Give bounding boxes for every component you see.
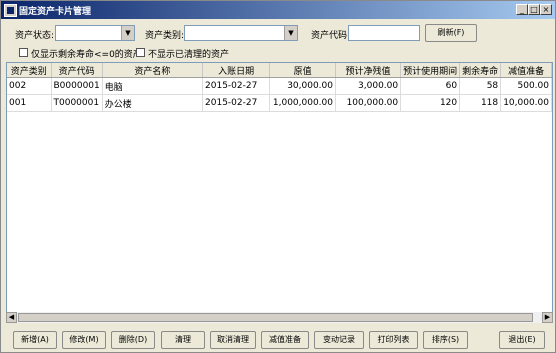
clear-button[interactable]: 清理 [161,331,205,349]
table-cell: B0000001 [51,77,103,95]
table-cell: 1,000,000.00 [269,94,336,112]
impairment-button[interactable]: 减值准备 [261,331,309,349]
delete-button[interactable]: 删除(D) [111,331,155,349]
minimize-button[interactable]: _ [516,4,528,15]
table-cell: 2015-02-27 [202,77,271,95]
table-row[interactable]: 002 B0000001 电脑 2015-02-27 30,000.00 3,0… [7,77,552,95]
horizontal-scrollbar[interactable]: ◀ ▶ [6,312,553,323]
code-label: 资产代码: [311,31,351,41]
hide-cleared-label: 不显示已清理的资产 [148,50,230,60]
table-cell: 2015-02-27 [202,94,271,112]
table-cell: 电脑 [102,77,204,95]
remaining-life-checkbox[interactable] [19,48,28,57]
table-cell: T0000001 [51,94,103,112]
table-cell: 002 [7,77,52,95]
table-cell: 60 [400,77,461,95]
edit-button[interactable]: 修改(M) [62,331,106,349]
table-header-row: 资产类别 资产代码 资产名称 入账日期 原值 预计净残值 预计使用期间 剩余寿命… [7,63,552,78]
column-header[interactable]: 预计使用期间 [400,63,461,78]
chevron-down-icon[interactable]: ▼ [121,26,134,40]
asset-card-window: 固定资产卡片管理 _ □ × 资产状态: ▼ 资产类别: ▼ 资产代码: 刷新(… [0,0,556,353]
cancel-clear-button[interactable]: 取消清理 [210,331,256,349]
sort-button[interactable]: 排序(S) [423,331,468,349]
scroll-thumb[interactable] [18,313,533,322]
window-title: 固定资产卡片管理 [19,7,92,17]
status-label: 资产状态: [15,31,55,41]
table-cell: 3,000.00 [335,77,402,95]
table-cell: 30,000.00 [269,77,336,95]
category-label: 资产类别: [145,31,185,41]
chevron-down-icon[interactable]: ▼ [284,26,297,40]
column-header[interactable]: 预计净残值 [335,63,402,78]
action-bar: 新增(A) 修改(M) 删除(D) 清理 取消清理 减值准备 变动记录 打印列表… [1,326,555,352]
column-header[interactable]: 入账日期 [202,63,271,78]
category-select[interactable]: ▼ [184,25,298,41]
table-cell: 118 [459,94,502,112]
table-cell: 58 [459,77,502,95]
exit-button[interactable]: 退出(E) [499,331,545,349]
table-cell: 办公楼 [102,94,204,112]
column-header[interactable]: 资产代码 [51,63,103,78]
maximize-button[interactable]: □ [528,4,540,15]
hide-cleared-checkbox[interactable] [136,48,145,57]
column-header[interactable]: 资产名称 [102,63,204,78]
table-cell: 10,000.00 [500,94,552,112]
refresh-button[interactable]: 刷新(F) [425,24,477,42]
column-header[interactable]: 资产类别 [7,63,52,78]
table-cell: 001 [7,94,52,112]
column-header[interactable]: 减值准备 [500,63,552,78]
asset-table[interactable]: 资产类别 资产代码 资产名称 入账日期 原值 预计净残值 预计使用期间 剩余寿命… [6,62,553,322]
change-log-button[interactable]: 变动记录 [314,331,364,349]
table-cell: 500.00 [500,77,552,95]
app-icon [4,4,17,17]
filter-bar: 资产状态: ▼ 资产类别: ▼ 资产代码: 刷新(F) 仅显示剩余寿命<=0的资… [1,19,555,61]
column-header[interactable]: 剩余寿命 [459,63,502,78]
title-bar[interactable]: 固定资产卡片管理 _ □ × [1,1,555,19]
table-cell: 100,000.00 [335,94,402,112]
table-row[interactable]: 001 T0000001 办公楼 2015-02-27 1,000,000.00… [7,94,552,112]
remaining-life-label: 仅显示剩余寿命<=0的资产 [31,50,142,60]
close-button[interactable]: × [540,4,552,15]
scroll-right-arrow-icon[interactable]: ▶ [542,312,553,323]
code-input[interactable] [348,25,420,41]
print-list-button[interactable]: 打印列表 [369,331,418,349]
add-button[interactable]: 新增(A) [13,331,57,349]
column-header[interactable]: 原值 [269,63,336,78]
table-cell: 120 [400,94,461,112]
scroll-left-arrow-icon[interactable]: ◀ [6,312,17,323]
status-select[interactable]: ▼ [55,25,135,41]
